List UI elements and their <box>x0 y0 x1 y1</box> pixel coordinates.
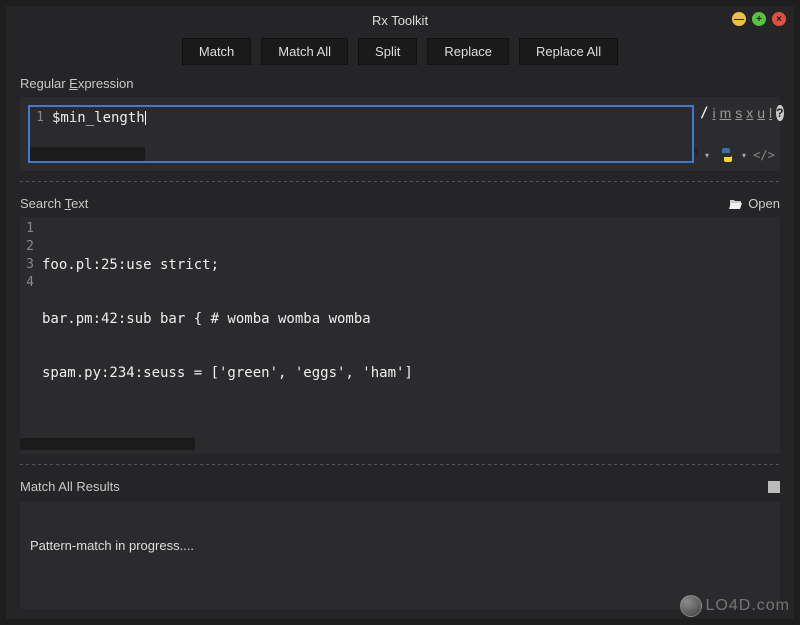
match-button[interactable]: Match <box>182 38 251 65</box>
match-all-button[interactable]: Match All <box>261 38 348 65</box>
stop-button[interactable] <box>768 481 780 493</box>
flag-x[interactable]: x <box>746 105 753 121</box>
search-label-suffix: ext <box>71 196 88 211</box>
mode-toolbar: Match Match All Split Replace Replace Al… <box>6 34 794 68</box>
search-text-section: Search Text Open 1 2 3 4 foo.pl:25:use s… <box>6 188 794 458</box>
watermark: LO4D.com <box>680 595 790 617</box>
export-caret-icon[interactable]: ▾ <box>705 151 709 160</box>
code-line: bar.pm:42:sub bar { # womba womba womba <box>42 310 780 328</box>
lang-caret-icon[interactable]: ▾ <box>742 151 746 160</box>
regex-delimiter: / <box>700 105 708 121</box>
regex-label-prefix: Regular <box>20 76 69 91</box>
regex-input[interactable]: 1 $min_length <box>28 105 694 163</box>
regex-section: Regular Expression 1 $min_length / i m s… <box>6 68 794 175</box>
results-label: Match All Results <box>20 479 120 494</box>
search-section-header: Search Text Open <box>20 196 780 217</box>
replace-button[interactable]: Replace <box>427 38 509 65</box>
flag-i[interactable]: i <box>712 105 715 121</box>
close-button[interactable]: × <box>772 12 786 26</box>
app-window: Rx Toolkit — + × Match Match All Split R… <box>6 6 794 619</box>
results-area: Pattern-match in progress.... <box>20 502 780 609</box>
help-icon[interactable]: ? <box>776 105 783 121</box>
window-controls: — + × <box>732 12 786 26</box>
open-file-button[interactable]: Open <box>729 196 780 211</box>
regex-area: 1 $min_length / i m s x u l ? <box>20 97 780 171</box>
code-line: spam.py:234:seuss = ['green', 'eggs', 'h… <box>42 364 780 382</box>
code-icon[interactable]: </> <box>756 147 772 163</box>
divider <box>20 464 780 465</box>
maximize-button[interactable]: + <box>752 12 766 26</box>
open-label: Open <box>748 196 780 211</box>
text-cursor <box>145 111 146 125</box>
watermark-text: LO4D.com <box>706 597 790 615</box>
search-scrollbar[interactable] <box>20 438 195 450</box>
globe-icon <box>680 595 702 617</box>
results-status-text: Pattern-match in progress.... <box>30 538 194 553</box>
python-icon[interactable] <box>719 147 735 163</box>
regex-label-accel: E <box>69 76 78 91</box>
regex-flags-panel: / i m s x u l ? ▾ ▾ </> <box>700 105 772 163</box>
code-line: foo.pl:25:use strict; <box>42 256 780 274</box>
title-bar: Rx Toolkit — + × <box>6 6 794 34</box>
flag-s[interactable]: s <box>735 105 742 121</box>
search-text-input[interactable]: 1 2 3 4 foo.pl:25:use strict; bar.pm:42:… <box>20 217 780 454</box>
folder-open-icon <box>729 198 743 210</box>
regex-scrollbar[interactable] <box>30 147 145 161</box>
divider <box>20 181 780 182</box>
search-text-lines: foo.pl:25:use strict; bar.pm:42:sub bar … <box>20 217 780 454</box>
window-title: Rx Toolkit <box>372 13 428 28</box>
split-button[interactable]: Split <box>358 38 417 65</box>
flag-l[interactable]: l <box>769 105 772 121</box>
replace-all-button[interactable]: Replace All <box>519 38 618 65</box>
regex-text: $min_length <box>30 107 692 126</box>
flag-m[interactable]: m <box>720 105 732 121</box>
regex-section-header: Regular Expression <box>20 76 780 97</box>
regex-label-suffix: xpression <box>78 76 134 91</box>
flag-u[interactable]: u <box>757 105 765 121</box>
search-gutter: 1 2 3 4 <box>20 217 38 292</box>
minimize-button[interactable]: — <box>732 12 746 26</box>
search-label-prefix: Search <box>20 196 65 211</box>
results-section-header-row: Match All Results <box>6 471 794 502</box>
